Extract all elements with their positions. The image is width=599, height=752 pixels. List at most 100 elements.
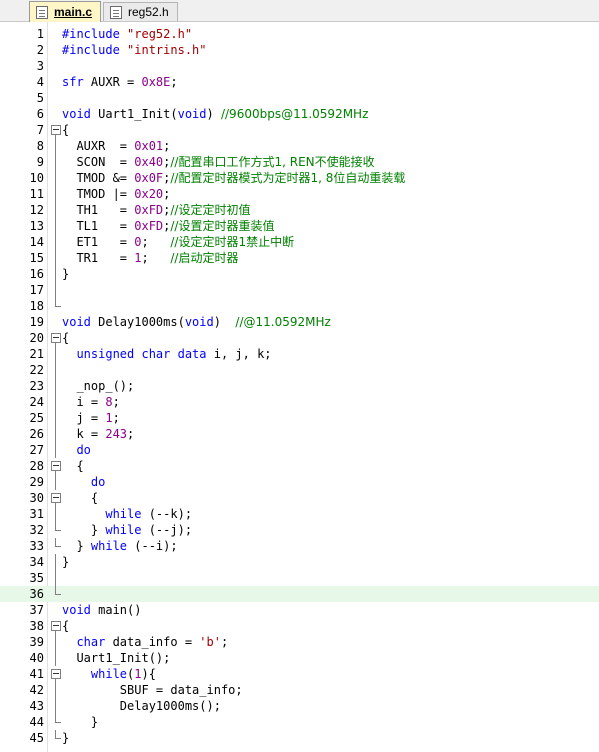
code-line[interactable]: 24 i = 8; xyxy=(0,394,599,410)
code-line[interactable]: 10 TMOD &= 0x0F;//配置定时器模式为定时器1, 8位自动重装载 xyxy=(0,170,599,186)
code-text: TH1 = 0xFD;//设定定时初值 xyxy=(62,202,250,218)
c-file-icon xyxy=(36,5,48,19)
code-line[interactable]: 12 TH1 = 0xFD;//设定定时初值 xyxy=(0,202,599,218)
fold-end-guide xyxy=(50,714,61,730)
code-line[interactable]: 4 sfr AUXR = 0x8E; xyxy=(0,74,599,90)
line-number: 26 xyxy=(29,427,44,441)
code-token: { xyxy=(62,331,70,345)
fold-toggle-icon[interactable] xyxy=(50,490,61,506)
line-number: 33 xyxy=(29,539,44,553)
code-token: TMOD &= xyxy=(62,171,135,185)
code-keyword: unsigned char data xyxy=(76,347,207,361)
code-token: { xyxy=(62,123,70,137)
line-number: 8 xyxy=(36,139,44,153)
code-line[interactable]: 32 } while (--j); xyxy=(0,522,599,538)
code-text: do xyxy=(62,474,105,490)
code-line[interactable]: 3 xyxy=(0,58,599,74)
code-token: i = xyxy=(62,395,106,409)
code-keyword: void xyxy=(62,603,91,617)
line-number: 5 xyxy=(36,91,44,105)
fold-guide xyxy=(50,282,61,298)
code-text: k = 243; xyxy=(62,426,134,442)
code-line[interactable]: 44 } xyxy=(0,714,599,730)
fold-toggle-icon[interactable] xyxy=(50,330,61,346)
code-line[interactable]: 39 char data_info = 'b'; xyxy=(0,634,599,650)
line-number: 36 xyxy=(29,587,44,601)
line-number: 38 xyxy=(29,619,44,633)
code-line[interactable]: 30 { xyxy=(0,490,599,506)
code-text: TMOD &= 0x0F;//配置定时器模式为定时器1, 8位自动重装载 xyxy=(62,170,405,186)
code-comment: //设定定时初值 xyxy=(170,203,251,217)
code-directive: #include xyxy=(62,43,128,57)
fold-toggle-icon[interactable] xyxy=(50,458,61,474)
code-line[interactable]: 14 ET1 = 0; //设定定时器1禁止中断 xyxy=(0,234,599,250)
code-line[interactable]: 41 while(1){ xyxy=(0,666,599,682)
fold-guide xyxy=(50,378,61,394)
code-line[interactable]: 18 xyxy=(0,298,599,314)
code-line[interactable]: 40 Uart1_Init(); xyxy=(0,650,599,666)
code-text: TMOD |= 0x20; xyxy=(62,186,170,202)
line-number: 4 xyxy=(36,75,44,89)
fold-guide xyxy=(50,186,61,202)
code-text: { xyxy=(62,490,98,506)
code-line[interactable]: 33 } while (--i); xyxy=(0,538,599,554)
code-line[interactable]: 6 void Uart1_Init(void) //9600bps@11.0592… xyxy=(0,106,599,122)
code-comment: //设定定时器1禁止中断 xyxy=(170,235,295,249)
code-line[interactable]: 15 TR1 = 1; //启动定时器 xyxy=(0,250,599,266)
code-line[interactable]: 7{ xyxy=(0,122,599,138)
code-line[interactable]: 17 xyxy=(0,282,599,298)
fold-guide xyxy=(50,218,61,234)
fold-guide xyxy=(50,362,61,378)
code-line[interactable]: 42 SBUF = data_info; xyxy=(0,682,599,698)
code-line[interactable]: 34} xyxy=(0,554,599,570)
code-line[interactable]: 31 while (--k); xyxy=(0,506,599,522)
line-number: 29 xyxy=(29,475,44,489)
code-line[interactable]: 1 #include "reg52.h" xyxy=(0,26,599,42)
fold-toggle-icon[interactable] xyxy=(50,666,61,682)
tab-main-c[interactable]: main.c xyxy=(29,1,102,22)
code-line[interactable]: 26 k = 243; xyxy=(0,426,599,442)
code-token: k = xyxy=(62,427,106,441)
line-number: 34 xyxy=(29,555,44,569)
line-number: 31 xyxy=(29,507,44,521)
code-line[interactable]: 35 xyxy=(0,570,599,586)
code-line[interactable]: 36 xyxy=(0,586,599,602)
code-text: AUXR = 0x01; xyxy=(62,138,170,154)
tab-reg52-h[interactable]: reg52.h xyxy=(103,2,178,21)
fold-toggle-icon[interactable] xyxy=(50,618,61,634)
code-text: sfr AUXR = 0x8E; xyxy=(62,74,178,90)
code-line[interactable]: 13 TL1 = 0xFD;//设置定时器重装值 xyxy=(0,218,599,234)
code-line[interactable]: 8 AUXR = 0x01; xyxy=(0,138,599,154)
code-line[interactable]: 5 xyxy=(0,90,599,106)
code-line[interactable]: 38 { xyxy=(0,618,599,634)
code-token: } xyxy=(62,555,70,569)
code-line[interactable]: 16} xyxy=(0,266,599,282)
code-line[interactable]: 29 do xyxy=(0,474,599,490)
line-number: 25 xyxy=(29,411,44,425)
code-line[interactable]: 27 do xyxy=(0,442,599,458)
code-line[interactable]: 20 { xyxy=(0,330,599,346)
code-token: ; xyxy=(163,187,171,201)
code-line[interactable]: 37 void main() xyxy=(0,602,599,618)
code-token: ; xyxy=(220,635,229,649)
code-line[interactable]: 19 void Delay1000ms(void) //@11.0592MHz xyxy=(0,314,599,330)
code-token: main() xyxy=(90,603,142,617)
code-line[interactable]: 25 j = 1; xyxy=(0,410,599,426)
code-line[interactable]: 21 unsigned char data i, j, k; xyxy=(0,346,599,362)
code-line[interactable]: 45} xyxy=(0,730,599,746)
code-line[interactable]: 22 xyxy=(0,362,599,378)
line-number: 37 xyxy=(29,603,44,617)
header-file-icon xyxy=(110,5,122,19)
line-number: 32 xyxy=(29,523,44,537)
code-line[interactable]: 23 _nop_(); xyxy=(0,378,599,394)
code-editor[interactable]: 1 #include "reg52.h" 2 #include "intrins.h"… xyxy=(0,22,599,752)
code-line[interactable]: 2 #include "intrins.h" xyxy=(0,42,599,58)
code-line[interactable]: 28 { xyxy=(0,458,599,474)
fold-toggle-icon[interactable] xyxy=(50,122,61,138)
code-line[interactable]: 43 Delay1000ms(); xyxy=(0,698,599,714)
code-text: SCON = 0x40;//配置串口工作方式1, REN不使能接收 xyxy=(62,154,374,170)
code-line[interactable]: 9 SCON = 0x40;//配置串口工作方式1, REN不使能接收 xyxy=(0,154,599,170)
fold-guide xyxy=(50,410,61,426)
code-line[interactable]: 11 TMOD |= 0x20; xyxy=(0,186,599,202)
